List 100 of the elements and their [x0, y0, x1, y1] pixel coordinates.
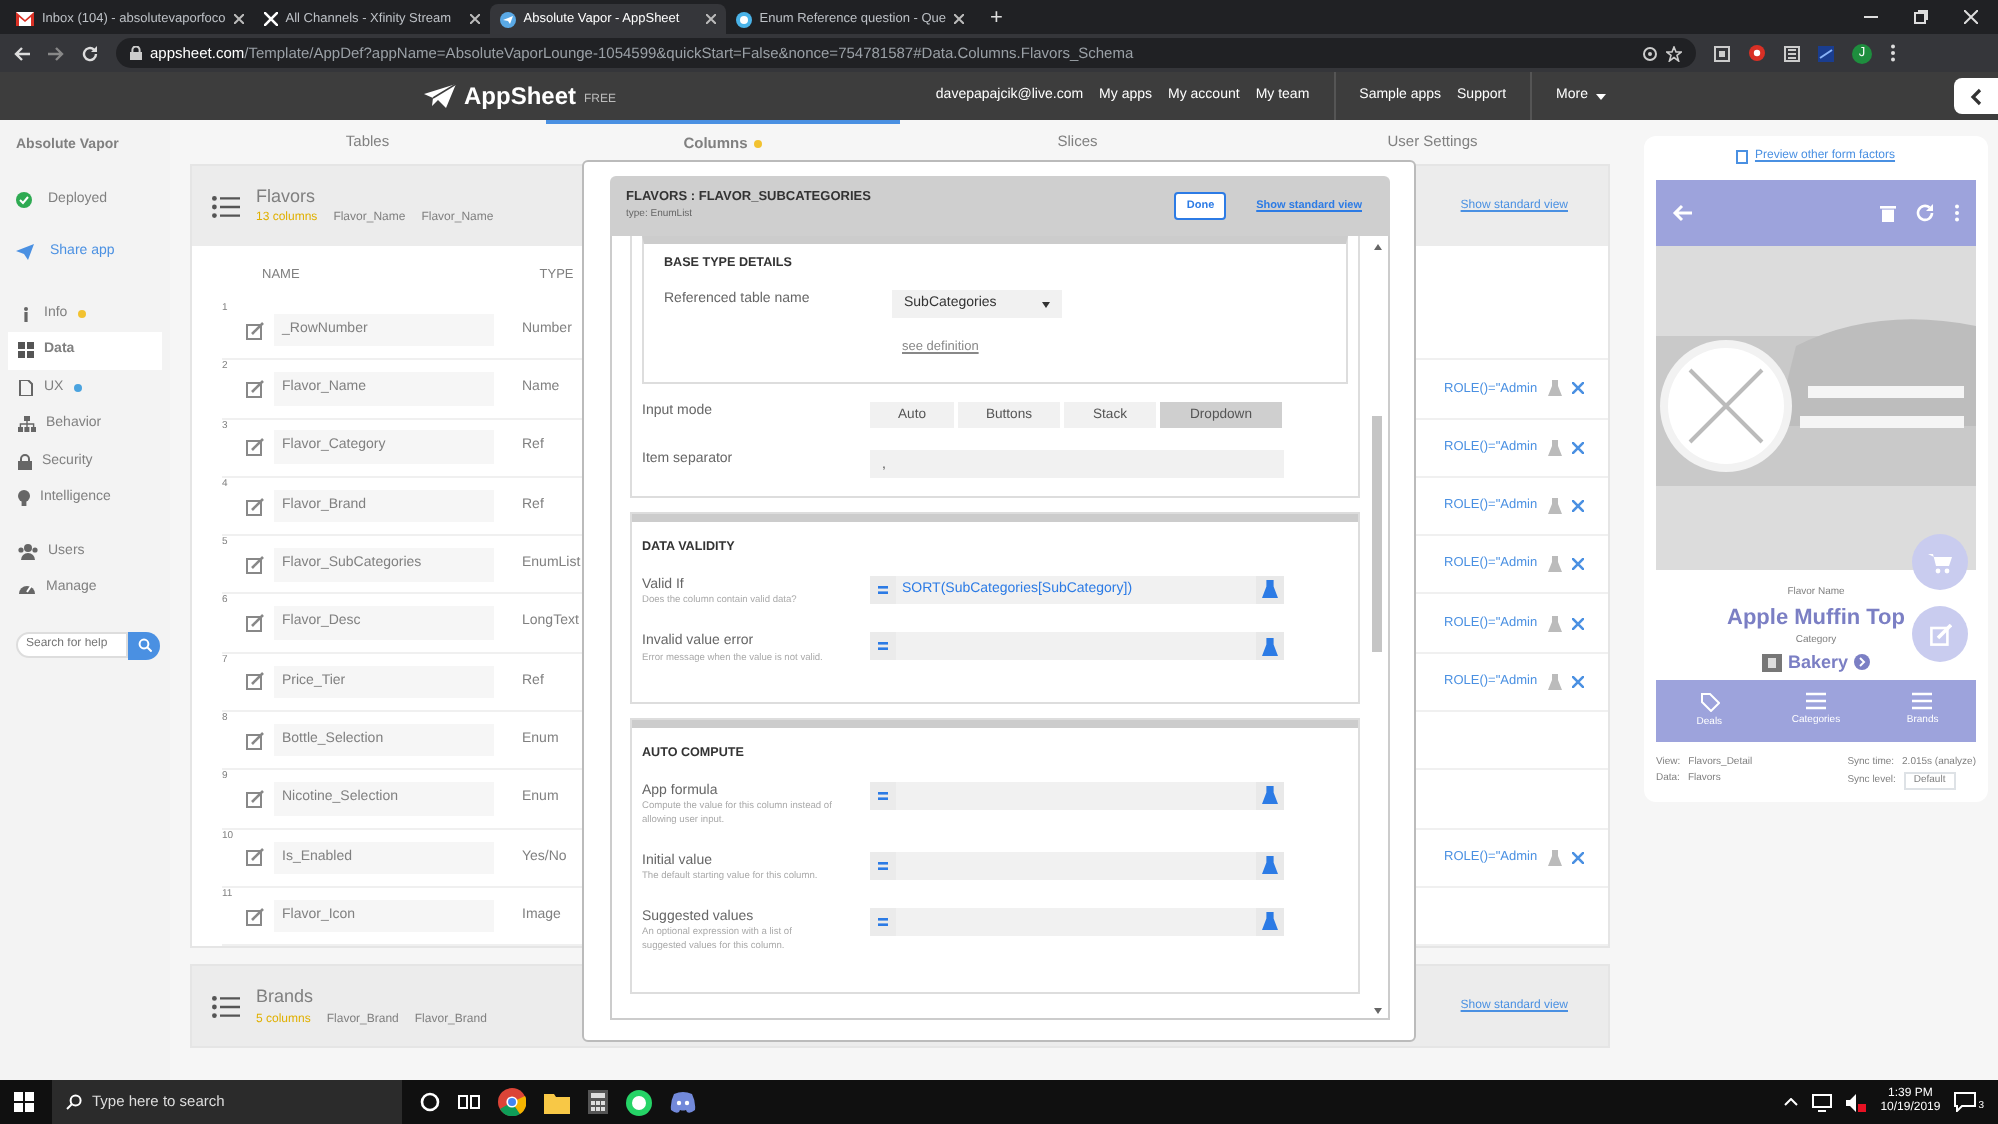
- reload-icon[interactable]: [82, 45, 98, 61]
- task-view-icon[interactable]: [458, 1092, 480, 1112]
- chevron-left-icon: [1970, 87, 1982, 105]
- expression-field[interactable]: [870, 851, 1284, 880]
- flask-icon: [1547, 380, 1562, 397]
- chrome-icon[interactable]: [498, 1088, 526, 1116]
- flask-icon: [1547, 673, 1562, 690]
- extension-icon[interactable]: [1784, 45, 1800, 61]
- close-icon[interactable]: [954, 14, 964, 24]
- flask-icon[interactable]: [1262, 580, 1278, 599]
- category-value[interactable]: Bakery: [1787, 649, 1849, 676]
- equals-icon: [878, 642, 888, 651]
- star-icon[interactable]: [1666, 45, 1682, 61]
- flask-icon: [1547, 439, 1562, 456]
- expression-field[interactable]: [870, 781, 1284, 810]
- flask-icon[interactable]: [1262, 856, 1278, 875]
- edit-icon[interactable]: [246, 848, 264, 867]
- search-icon: [66, 1094, 82, 1110]
- caret-icon: [1042, 301, 1050, 308]
- discord-icon[interactable]: [670, 1091, 696, 1113]
- paper-plane-icon: [499, 11, 516, 27]
- close-icon[interactable]: [469, 14, 480, 24]
- edit-icon: [1929, 623, 1951, 645]
- grid-icon: [18, 342, 34, 359]
- lightbulb-icon: [18, 490, 30, 507]
- back-arrow-icon[interactable]: [14, 45, 30, 61]
- caret-icon: [1596, 93, 1606, 99]
- close-icon[interactable]: [233, 14, 244, 24]
- list-icon: [212, 195, 240, 217]
- expression-field[interactable]: [870, 632, 1284, 661]
- forward-arrow-icon[interactable]: [48, 45, 64, 61]
- lock-icon: [130, 46, 142, 60]
- app-logo-text: AppSheet: [464, 80, 577, 114]
- cart-icon: [1928, 551, 1952, 573]
- collapse-button[interactable]: [1954, 78, 1998, 114]
- flask-icon: [1547, 498, 1562, 515]
- target-icon[interactable]: [1642, 45, 1658, 61]
- lock-icon: [18, 453, 32, 470]
- item-title: Apple Muffin Top: [1725, 603, 1907, 633]
- flask-icon: [1547, 849, 1562, 866]
- edit-icon[interactable]: [246, 907, 264, 926]
- chevron-circle-icon[interactable]: [1854, 654, 1871, 671]
- extension-icon[interactable]: [1818, 45, 1834, 61]
- flask-icon[interactable]: [1262, 912, 1278, 931]
- equals-icon: [878, 791, 888, 800]
- expression-field[interactable]: [870, 907, 1284, 936]
- flask-icon: [1547, 615, 1562, 632]
- calculator-icon[interactable]: [588, 1090, 608, 1114]
- restore-icon[interactable]: [1914, 10, 1928, 24]
- edit-icon[interactable]: [246, 672, 264, 691]
- network-icon[interactable]: [1812, 1093, 1833, 1111]
- mail-icon: [16, 12, 34, 26]
- info-icon: [18, 305, 34, 322]
- refresh-icon[interactable]: [1916, 204, 1934, 222]
- x-logo-icon: [263, 12, 278, 26]
- edit-icon[interactable]: [246, 790, 264, 809]
- flask-icon: [1547, 556, 1562, 573]
- edit-icon[interactable]: [246, 497, 264, 516]
- flask-icon[interactable]: [1262, 637, 1278, 656]
- table-name: Flavors: [256, 183, 318, 210]
- minimize-icon[interactable]: [1864, 10, 1878, 24]
- tag-icon: [1699, 691, 1720, 712]
- hierarchy-icon: [18, 416, 36, 433]
- edit-icon[interactable]: [246, 379, 264, 398]
- thumbnail-icon: [1761, 653, 1782, 672]
- equals-icon: [878, 861, 888, 870]
- users-icon: [18, 543, 38, 560]
- list-icon: [1912, 692, 1933, 711]
- flask-icon[interactable]: [1262, 786, 1278, 805]
- search-button[interactable]: [128, 631, 160, 659]
- equals-icon: [878, 585, 888, 594]
- paper-plane-icon: [424, 84, 456, 108]
- close-icon[interactable]: [705, 14, 716, 24]
- device-icon: [1736, 150, 1749, 164]
- paper-plane-icon: [16, 244, 34, 261]
- list-icon: [1805, 692, 1826, 711]
- chat-bubble-icon: [735, 11, 752, 27]
- edit-icon[interactable]: [246, 555, 264, 574]
- cortana-icon[interactable]: [420, 1092, 440, 1112]
- edit-icon[interactable]: [246, 438, 264, 457]
- volume-muted-icon[interactable]: [1846, 1093, 1867, 1111]
- trash-icon[interactable]: [1880, 204, 1896, 222]
- edit-icon[interactable]: [246, 614, 264, 633]
- notification-icon: [1954, 1092, 1977, 1112]
- document-icon: [18, 379, 34, 396]
- scroll-down-icon[interactable]: [1374, 1008, 1382, 1014]
- windows-start-icon[interactable]: [14, 1092, 34, 1112]
- list-icon: [212, 995, 240, 1018]
- gauge-icon: [18, 580, 36, 597]
- folder-icon[interactable]: [544, 1091, 570, 1113]
- extension-icon[interactable]: [1714, 45, 1730, 61]
- menu-icon[interactable]: [1890, 44, 1896, 62]
- equals-icon: [878, 917, 888, 926]
- more-vertical-icon[interactable]: [1954, 204, 1960, 222]
- new-tab-button[interactable]: +: [990, 4, 1003, 34]
- check-circle-icon: [16, 191, 32, 208]
- chat-app-icon[interactable]: [626, 1089, 652, 1115]
- edit-icon[interactable]: [246, 321, 264, 340]
- edit-icon[interactable]: [246, 731, 264, 750]
- chevron-up-icon[interactable]: [1784, 1098, 1799, 1106]
